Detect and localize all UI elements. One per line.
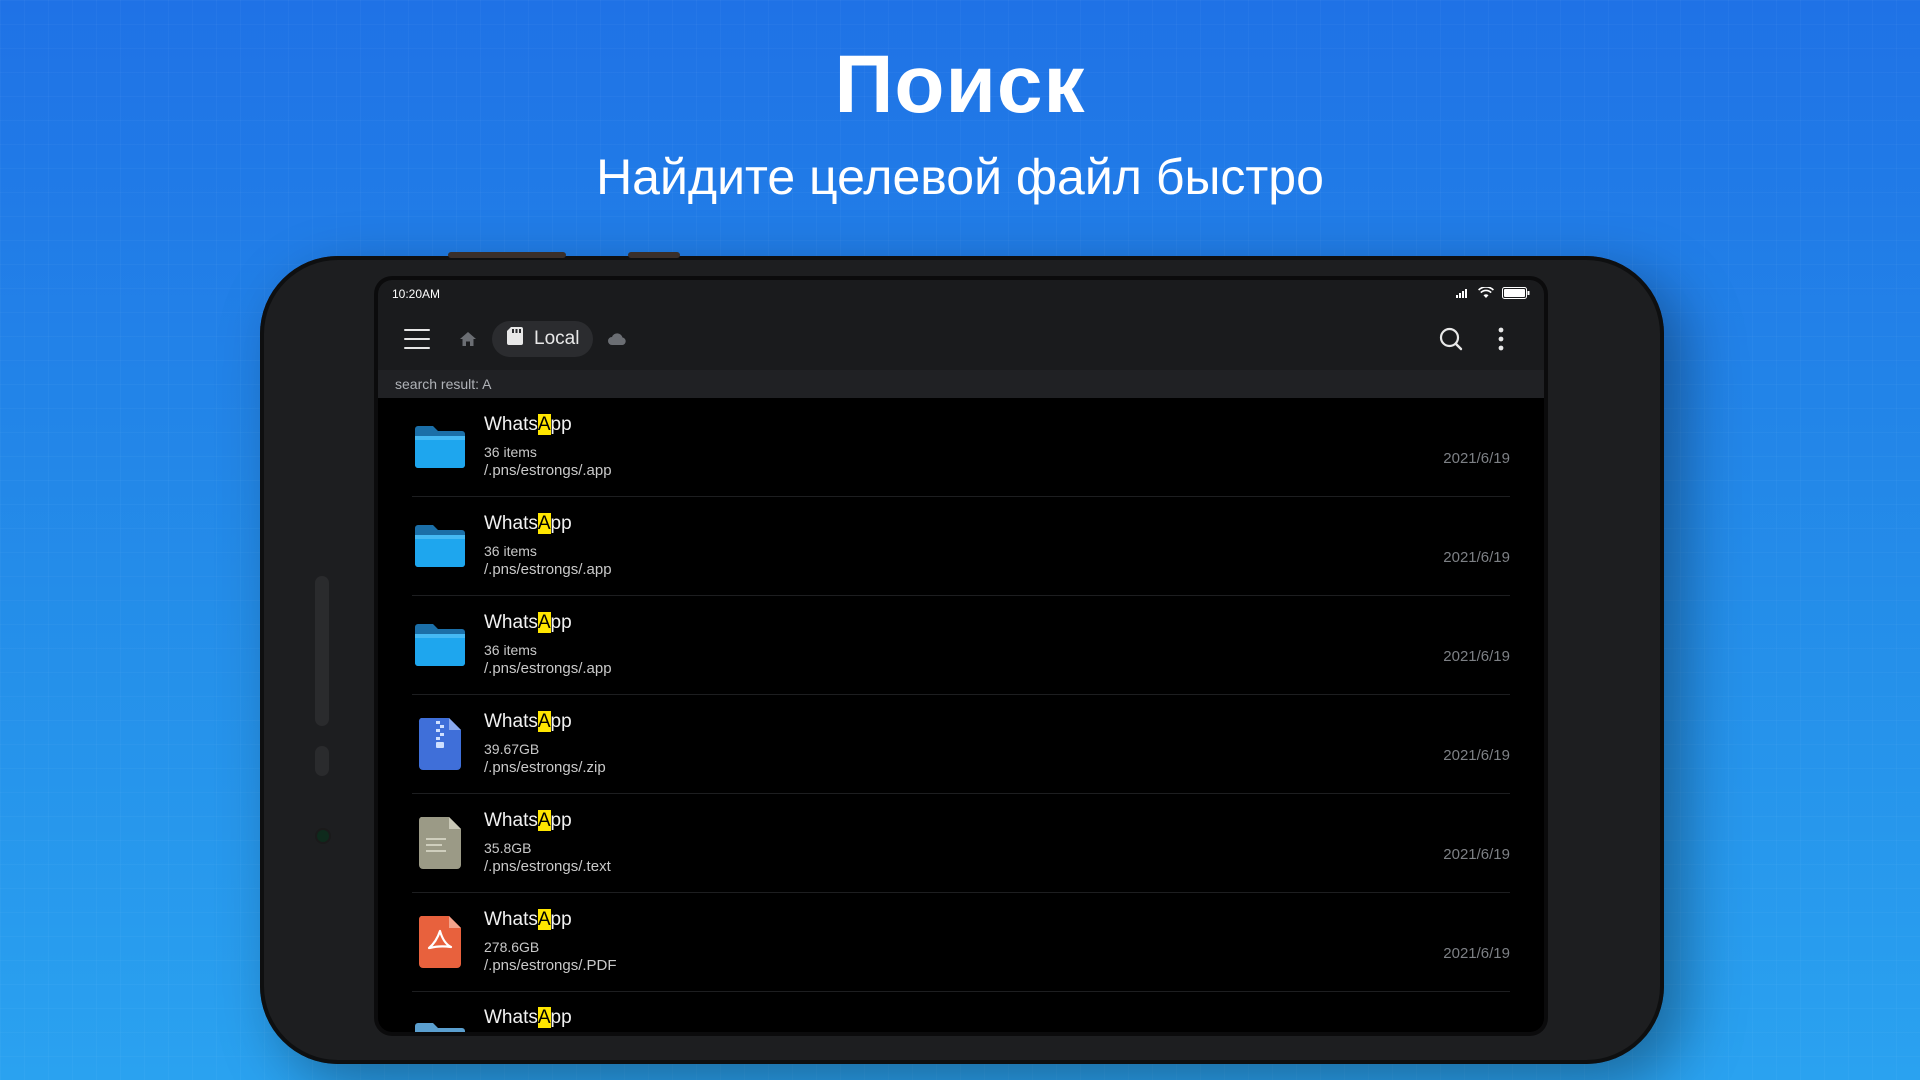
device-screen: 10:20AM Local search result: A WhatsApp …	[378, 280, 1544, 1032]
result-info: 39.67GB	[484, 741, 540, 757]
wifi-icon	[1478, 285, 1494, 302]
more-vertical-icon[interactable]	[1498, 327, 1504, 351]
result-name: WhatsApp	[484, 513, 572, 534]
result-date: 2021/6/19	[1443, 648, 1510, 665]
result-name: WhatsApp	[484, 612, 572, 633]
folder-icon	[412, 1006, 468, 1032]
match-highlight: A	[537, 810, 551, 831]
match-highlight: A	[537, 513, 551, 534]
match-highlight: A	[537, 909, 551, 930]
app-bar: Local	[378, 308, 1544, 370]
folder-icon	[412, 419, 468, 475]
result-meta: WhatsApp 36 items /.pns/estrongs/.app	[484, 512, 612, 580]
camera-icon	[317, 830, 329, 842]
folder-icon	[412, 518, 468, 574]
home-icon[interactable]	[458, 329, 478, 349]
result-meta: WhatsApp 39.67GB /.pns/estrongs/.zip	[484, 710, 606, 778]
result-info: 35.8GB	[484, 840, 532, 856]
result-name: WhatsApp	[484, 1007, 572, 1028]
result-date: 2021/6/19	[1443, 846, 1510, 863]
list-item[interactable]: WhatsApp	[412, 992, 1510, 1032]
menu-icon[interactable]	[404, 329, 430, 349]
list-item[interactable]: WhatsApp 278.6GB /.pns/estrongs/.PDF 202…	[412, 893, 1510, 992]
list-item[interactable]: WhatsApp 36 items /.pns/estrongs/.app 20…	[412, 398, 1510, 497]
result-path: /.pns/estrongs/.PDF	[484, 957, 617, 974]
promo-title: Поиск	[834, 39, 1086, 130]
result-path: /.pns/estrongs/.app	[484, 561, 612, 578]
side-slot-small	[315, 746, 329, 776]
match-highlight: A	[537, 414, 551, 435]
result-info: 36 items	[484, 642, 537, 658]
location-chip-local[interactable]: Local	[492, 321, 594, 357]
result-meta: WhatsApp	[484, 1006, 572, 1030]
volume-button	[448, 252, 566, 258]
result-name: WhatsApp	[484, 414, 572, 435]
pdf-file-icon	[412, 914, 468, 970]
side-slot	[315, 576, 329, 726]
folder-icon	[412, 617, 468, 673]
search-icon[interactable]	[1438, 326, 1464, 352]
sd-card-icon	[506, 326, 524, 352]
result-path: /.pns/estrongs/.app	[484, 660, 612, 677]
result-path: /.pns/estrongs/.zip	[484, 759, 606, 776]
status-icons	[1456, 285, 1530, 302]
cloud-icon[interactable]	[607, 328, 629, 350]
result-meta: WhatsApp 35.8GB /.pns/estrongs/.text	[484, 809, 611, 877]
match-highlight: A	[537, 1007, 551, 1028]
result-info: 36 items	[484, 444, 537, 460]
result-date: 2021/6/19	[1443, 549, 1510, 566]
result-path: /.pns/estrongs/.app	[484, 462, 612, 479]
result-name: WhatsApp	[484, 711, 572, 732]
result-date: 2021/6/19	[1443, 450, 1510, 467]
list-item[interactable]: WhatsApp 36 items /.pns/estrongs/.app 20…	[412, 596, 1510, 695]
location-chip-label: Local	[534, 328, 580, 349]
app-bar-actions	[1438, 308, 1504, 370]
search-result-label: search result: A	[378, 370, 1544, 398]
list-item[interactable]: WhatsApp 39.67GB /.pns/estrongs/.zip 202…	[412, 695, 1510, 794]
result-date: 2021/6/19	[1443, 747, 1510, 764]
zip-file-icon	[412, 716, 468, 772]
text-file-icon	[412, 815, 468, 871]
result-name: WhatsApp	[484, 810, 572, 831]
results-list: WhatsApp 36 items /.pns/estrongs/.app 20…	[378, 398, 1544, 1032]
result-meta: WhatsApp 36 items /.pns/estrongs/.app	[484, 413, 612, 481]
result-info: 36 items	[484, 543, 537, 559]
result-name: WhatsApp	[484, 909, 572, 930]
result-meta: WhatsApp 36 items /.pns/estrongs/.app	[484, 611, 612, 679]
result-meta: WhatsApp 278.6GB /.pns/estrongs/.PDF	[484, 908, 617, 976]
status-bar: 10:20AM	[378, 280, 1544, 308]
power-button	[628, 252, 680, 258]
result-date: 2021/6/19	[1443, 945, 1510, 962]
result-info: 278.6GB	[484, 939, 540, 955]
battery-icon	[1502, 286, 1530, 302]
result-path: /.pns/estrongs/.text	[484, 858, 611, 875]
match-highlight: A	[537, 711, 551, 732]
promo-subtitle: Найдите целевой файл быстро	[596, 149, 1324, 205]
signal-icon	[1456, 287, 1470, 301]
list-item[interactable]: WhatsApp 35.8GB /.pns/estrongs/.text 202…	[412, 794, 1510, 893]
status-time: 10:20AM	[392, 287, 441, 301]
match-highlight: A	[537, 612, 551, 633]
list-item[interactable]: WhatsApp 36 items /.pns/estrongs/.app 20…	[412, 497, 1510, 596]
